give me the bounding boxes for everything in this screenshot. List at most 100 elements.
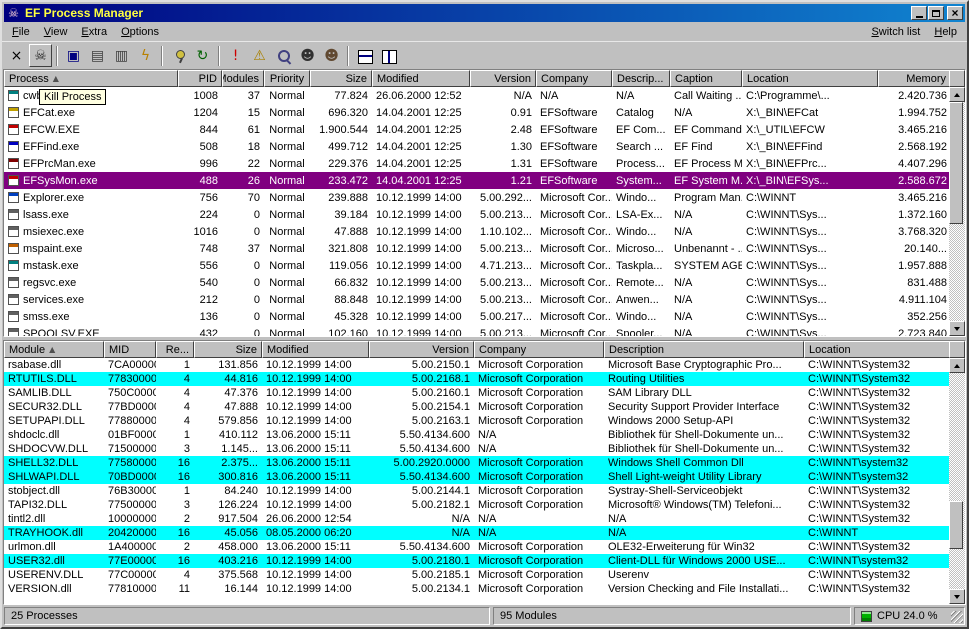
module-row[interactable]: USERENV.DLL77C000004375.56810.12.1999 14…	[4, 568, 949, 582]
maximize-button[interactable]	[928, 6, 944, 20]
column-header-modified[interactable]: Modified	[372, 70, 470, 87]
column-header-description[interactable]: Description	[604, 341, 804, 358]
pin-button[interactable]	[167, 44, 190, 67]
module-row[interactable]: SECUR32.DLL77BD0000447.88810.12.1999 14:…	[4, 400, 949, 414]
app-icon[interactable]: ☠	[6, 6, 21, 20]
process-row[interactable]: EFCW.EXE84461Normal1.900.54414.04.2001 1…	[4, 121, 949, 138]
title-bar[interactable]: ☠ EF Process Manager ×	[4, 4, 965, 22]
lightning-button[interactable]: ϟ	[134, 44, 157, 67]
process-spy-button[interactable]: ☻	[296, 44, 319, 67]
alert-button[interactable]: !	[224, 44, 247, 67]
module-row[interactable]: SHLWAPI.DLL70BD000016300.81613.06.2000 1…	[4, 470, 949, 484]
cell: Microsoft Cor...	[536, 240, 612, 257]
process-row[interactable]: EFSysMon.exe48826Normal233.47214.04.2001…	[4, 172, 949, 189]
column-header-size[interactable]: Size	[194, 341, 262, 358]
cell: EFSoftware	[536, 172, 612, 189]
cell: N/A	[369, 526, 474, 540]
warning-button[interactable]: ⚠	[248, 44, 271, 67]
column-header-version[interactable]: Version	[369, 341, 474, 358]
cell: Microsoft Cor...	[536, 206, 612, 223]
process-scroll-track[interactable]	[949, 102, 965, 321]
module-row[interactable]: rsabase.dll7CA000001131.85610.12.1999 14…	[4, 358, 949, 372]
module-row[interactable]: SAMLIB.DLL750C0000447.37610.12.1999 14:0…	[4, 386, 949, 400]
module-row[interactable]: USER32.dll77E0000016403.21610.12.1999 14…	[4, 554, 949, 568]
process-row[interactable]: mstask.exe5560Normal119.05610.12.1999 14…	[4, 257, 949, 274]
module-row[interactable]: stobject.dll76B30000184.24010.12.1999 14…	[4, 484, 949, 498]
save-button[interactable]: ▣	[62, 44, 85, 67]
column-header-mid[interactable]: MID	[104, 341, 156, 358]
module-row[interactable]: tintl2.dll100000002917.50426.06.2000 12:…	[4, 512, 949, 526]
cell: N/A	[474, 526, 604, 540]
process-row[interactable]: lsass.exe2240Normal39.18410.12.1999 14:0…	[4, 206, 949, 223]
column-header-company[interactable]: Company	[536, 70, 612, 87]
process-row[interactable]: regsvc.exe5400Normal66.83210.12.1999 14:…	[4, 274, 949, 291]
menu-view[interactable]: View	[37, 24, 75, 40]
copy-button[interactable]: ▤	[86, 44, 109, 67]
module-row[interactable]: SETUPAPI.DLL778800004579.85610.12.1999 1…	[4, 414, 949, 428]
minimize-button[interactable]	[911, 6, 927, 20]
properties-button[interactable]: ▥	[110, 44, 133, 67]
process-row[interactable]: EFFind.exe50818Normal499.71214.04.2001 1…	[4, 138, 949, 155]
refresh-button[interactable]: ↻	[191, 44, 214, 67]
menu-help[interactable]: Help	[927, 24, 964, 40]
process-scroll-thumb[interactable]	[949, 102, 963, 224]
cell: TRAYHOOK.dll	[4, 526, 104, 540]
column-header-process[interactable]: Process▲	[4, 70, 178, 87]
column-header-priority[interactable]: Priority	[264, 70, 310, 87]
close-button[interactable]: ×	[947, 6, 963, 20]
process-scroll-up-button[interactable]	[949, 87, 965, 102]
cell: Microsoft Cor...	[536, 274, 612, 291]
process-row[interactable]: EFCat.exe120415Normal696.32014.04.2001 1…	[4, 104, 949, 121]
column-header-caption[interactable]: Caption	[670, 70, 742, 87]
column-header-module[interactable]: Module▲	[4, 341, 104, 358]
module-row[interactable]: shdoclc.dll01BF00001410.11213.06.2000 15…	[4, 428, 949, 442]
process-row[interactable]: services.exe2120Normal88.84810.12.1999 1…	[4, 291, 949, 308]
module-row[interactable]: VERSION.dll778100001116.14410.12.1999 14…	[4, 582, 949, 596]
column-header-size[interactable]: Size	[310, 70, 372, 87]
module-row[interactable]: SHELL32.DLL77580000162.375...13.06.2000 …	[4, 456, 949, 470]
process-icon	[8, 107, 19, 118]
module-scroll-up-button[interactable]	[949, 358, 965, 373]
module-scrollbar[interactable]	[949, 341, 965, 604]
close-window-button[interactable]: ×	[5, 44, 28, 67]
module-scroll-track[interactable]	[949, 373, 965, 589]
cell: Normal	[264, 189, 310, 206]
process-row[interactable]: mspaint.exe74837Normal321.80810.12.1999 …	[4, 240, 949, 257]
module-row[interactable]: SHDOCVW.DLL7150000031.145...13.06.2000 1…	[4, 442, 949, 456]
module-scroll-thumb[interactable]	[949, 501, 963, 549]
process-scroll-down-button[interactable]	[949, 321, 965, 336]
module-row[interactable]: TAPI32.DLL775000003126.22410.12.1999 14:…	[4, 498, 949, 512]
process-row[interactable]: msiexec.exe10160Normal47.88810.12.1999 1…	[4, 223, 949, 240]
process-row[interactable]: smss.exe1360Normal45.32810.12.1999 14:00…	[4, 308, 949, 325]
menu-options[interactable]: Options	[114, 24, 166, 40]
vertical-split-button[interactable]	[377, 44, 400, 67]
process-row[interactable]: SPOOLSV.EXE4320Normal102.16010.12.1999 1…	[4, 325, 949, 336]
column-header-modified[interactable]: Modified	[262, 341, 369, 358]
process-row[interactable]: cwbsvcs.exe100837Normal77.82426.06.2000 …	[4, 87, 949, 104]
horizontal-split-button[interactable]	[353, 44, 376, 67]
column-header-re[interactable]: Re...	[156, 341, 194, 358]
module-scroll-down-button[interactable]	[949, 589, 965, 604]
search-button[interactable]	[272, 44, 295, 67]
process-row[interactable]: Explorer.exe75670Normal239.88810.12.1999…	[4, 189, 949, 206]
module-spy-button[interactable]: ☻	[320, 44, 343, 67]
column-header-location[interactable]: Location	[804, 341, 949, 358]
column-header-descrip[interactable]: Descrip...	[612, 70, 670, 87]
column-header-company[interactable]: Company	[474, 341, 604, 358]
column-header-memory[interactable]: Memory	[878, 70, 949, 87]
menu-file[interactable]: File	[5, 24, 37, 40]
module-row[interactable]: TRAYHOOK.dll204200001645.05608.05.2000 0…	[4, 526, 949, 540]
menu-switch-list[interactable]: Switch list	[864, 24, 927, 40]
module-row[interactable]: RTUTILS.DLL77830000444.81610.12.1999 14:…	[4, 372, 949, 386]
column-header-modules[interactable]: Modules	[222, 70, 264, 87]
kill-process-button[interactable]: ☠	[29, 44, 52, 67]
resize-grip[interactable]	[951, 611, 963, 623]
menu-extra[interactable]: Extra	[74, 24, 114, 40]
process-scrollbar[interactable]	[949, 70, 965, 336]
module-row[interactable]: urlmon.dll1A4000002458.00013.06.2000 15:…	[4, 540, 949, 554]
column-header-version[interactable]: Version	[470, 70, 536, 87]
column-header-pid[interactable]: PID	[178, 70, 222, 87]
column-header-location[interactable]: Location	[742, 70, 878, 87]
process-row[interactable]: EFPrcMan.exe99622Normal229.37614.04.2001…	[4, 155, 949, 172]
column-label: Description	[609, 344, 664, 356]
